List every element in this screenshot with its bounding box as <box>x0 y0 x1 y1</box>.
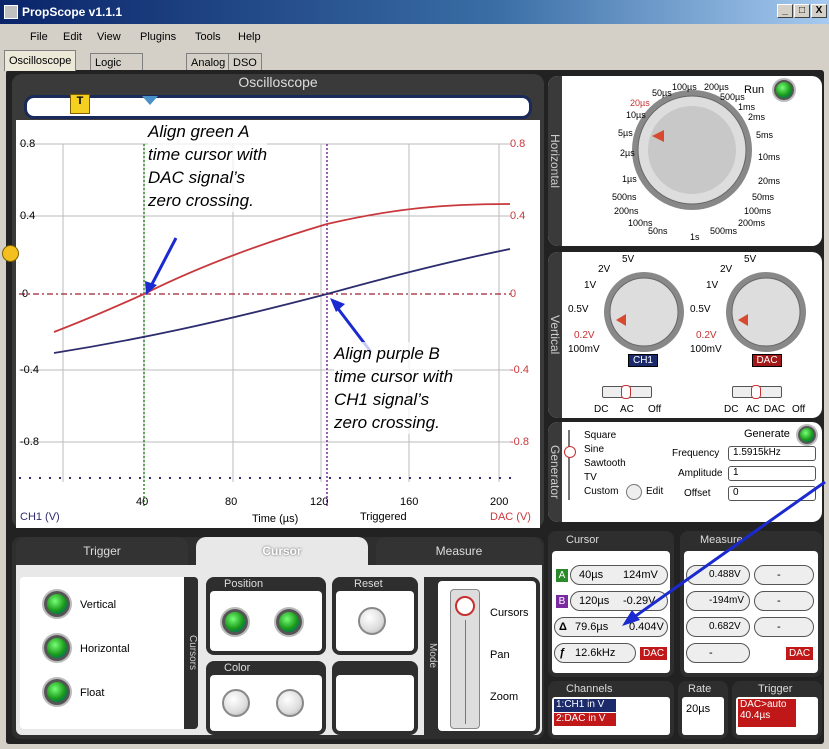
cursor-frequency-readout: ƒ 12.6kHz <box>554 643 636 663</box>
horizontal-panel: Horizontal Run 100µs 200µs 500µs 50µs 20… <box>548 76 822 246</box>
view-position-marker[interactable] <box>142 96 158 105</box>
ch1-coupling-slider[interactable] <box>602 385 652 399</box>
mode-slider[interactable] <box>450 589 480 729</box>
horizontal-label: Horizontal <box>548 76 562 246</box>
x-axis-label: Time (µs) <box>252 513 299 525</box>
rate-box: Rate 20µs <box>678 681 728 739</box>
waveform-slider[interactable] <box>564 430 578 500</box>
annotation-arrow <box>622 480 826 626</box>
run-label: Run <box>744 84 765 96</box>
annotation-a: Align green Atime cursor with DAC signal’… <box>148 120 268 212</box>
dac-badge: DAC <box>752 354 782 367</box>
color-group: Color <box>206 661 326 735</box>
trigger-position-marker[interactable]: T <box>70 94 90 114</box>
menu-bar: File Edit View Plugins Tools Help <box>0 26 829 46</box>
color-a-button[interactable] <box>222 689 250 717</box>
trigger-info[interactable]: DAC>auto 40.4µs <box>738 699 796 727</box>
app-icon <box>4 5 18 19</box>
menu-help[interactable]: Help <box>238 31 261 43</box>
window-title: PropScope v1.1.1 <box>22 5 123 19</box>
color-b-button[interactable] <box>276 689 304 717</box>
annotation-b: Align purple Btime cursor with CH1 signal… <box>334 342 454 434</box>
dac-trace <box>53 203 511 333</box>
minimize-button[interactable]: _ <box>777 4 793 18</box>
menu-view[interactable]: View <box>97 31 121 43</box>
right-axis-label-5: -0.8 <box>510 436 529 448</box>
position-group: Position <box>206 577 326 655</box>
scope-graph <box>19 143 511 508</box>
channels-box: Channels 1:CH1 in V 2:DAC in V <box>548 681 674 739</box>
horizontal-cursor-led[interactable] <box>44 635 70 661</box>
position-b-button[interactable] <box>276 609 302 635</box>
trigger-status: Triggered <box>360 511 407 523</box>
generator-label: Generator <box>548 422 562 522</box>
tab-measure[interactable]: Measure <box>376 537 542 565</box>
right-axis-label-3: 0 <box>510 288 517 300</box>
tab-logic-analyzer[interactable]: Logic Analyzer <box>90 53 143 81</box>
float-cursor-led[interactable] <box>44 679 70 705</box>
run-button[interactable] <box>774 80 794 100</box>
vertical-panel: Vertical 5V 2V 1V 0.5V 0.2V 100mV CH1 5V… <box>548 252 822 418</box>
x-tick-160: 160 <box>400 496 419 508</box>
left-axis-label-3: 0 <box>22 288 29 300</box>
reset-button[interactable] <box>358 607 386 635</box>
menu-tools[interactable]: Tools <box>195 31 221 43</box>
x-tick-200: 200 <box>490 496 509 508</box>
ch1-volts-dial[interactable] <box>602 270 686 354</box>
trigger-level-marker[interactable] <box>2 245 19 262</box>
reset-group: Reset <box>332 577 418 655</box>
left-axis-label-4: -0.4 <box>20 364 39 376</box>
ch1-trace <box>53 248 511 354</box>
dac-volts-dial[interactable] <box>724 270 808 354</box>
mode-group: Mode Cursors Pan Zoom <box>424 577 540 735</box>
close-button[interactable]: X <box>811 4 827 18</box>
menu-file[interactable]: File <box>30 31 48 43</box>
generate-button[interactable] <box>798 426 816 444</box>
left-axis-label-2: 0.4 <box>20 210 36 222</box>
x-tick-120: 120 <box>310 496 329 508</box>
tab-analog[interactable]: Analog <box>186 53 231 71</box>
timeline-scrollbar[interactable] <box>24 95 532 119</box>
right-axis-label-2: 0.4 <box>510 210 526 222</box>
left-channel-label: CH1 (V) <box>20 511 60 523</box>
rate-value: 20µs <box>686 703 711 715</box>
tab-cursor[interactable]: Cursor <box>196 537 368 565</box>
bottom-controls: Trigger Cursor Measure Vertical Horizont… <box>12 537 544 739</box>
channel-2[interactable]: 2:DAC in V <box>554 713 616 726</box>
position-a-button[interactable] <box>222 609 248 635</box>
scope-title: Oscilloscope <box>238 74 318 90</box>
tab-dso-lsa[interactable]: DSO LSA <box>228 53 262 81</box>
title-bar: PropScope v1.1.1 _ □ X <box>0 0 829 24</box>
right-axis-label-1: 0.8 <box>510 138 526 150</box>
generate-label: Generate <box>744 428 790 440</box>
tab-trigger[interactable]: Trigger <box>16 537 188 565</box>
vertical-cursor-led[interactable] <box>44 591 70 617</box>
frequency-input[interactable]: 1.5915kHz <box>728 446 816 461</box>
empty-group <box>332 661 418 735</box>
scope-plot-area[interactable]: 0.8 0.4 0 -0.4 -0.8 0.8 0.4 0 -0.4 -0.8 … <box>16 120 540 528</box>
cursor-mode-group: Vertical Horizontal Float Cursors <box>20 577 198 729</box>
tab-oscilloscope[interactable]: Oscilloscope <box>4 50 77 71</box>
menu-plugins[interactable]: Plugins <box>140 31 176 43</box>
left-axis-label-5: -0.8 <box>20 436 39 448</box>
right-channel-label: DAC (V) <box>490 511 531 523</box>
ch1-badge: CH1 <box>628 354 658 367</box>
maximize-button[interactable]: □ <box>794 4 810 18</box>
channel-1[interactable]: 1:CH1 in V <box>554 699 616 712</box>
menu-edit[interactable]: Edit <box>63 31 82 43</box>
dac-coupling-slider[interactable] <box>732 385 782 399</box>
left-axis-label-1: 0.8 <box>20 138 36 150</box>
x-tick-80: 80 <box>225 496 238 508</box>
right-axis-label-4: -0.4 <box>510 364 529 376</box>
x-tick-40: 40 <box>136 496 149 508</box>
vertical-label: Vertical <box>548 252 562 418</box>
trigger-box: Trigger DAC>auto 40.4µs <box>732 681 822 739</box>
